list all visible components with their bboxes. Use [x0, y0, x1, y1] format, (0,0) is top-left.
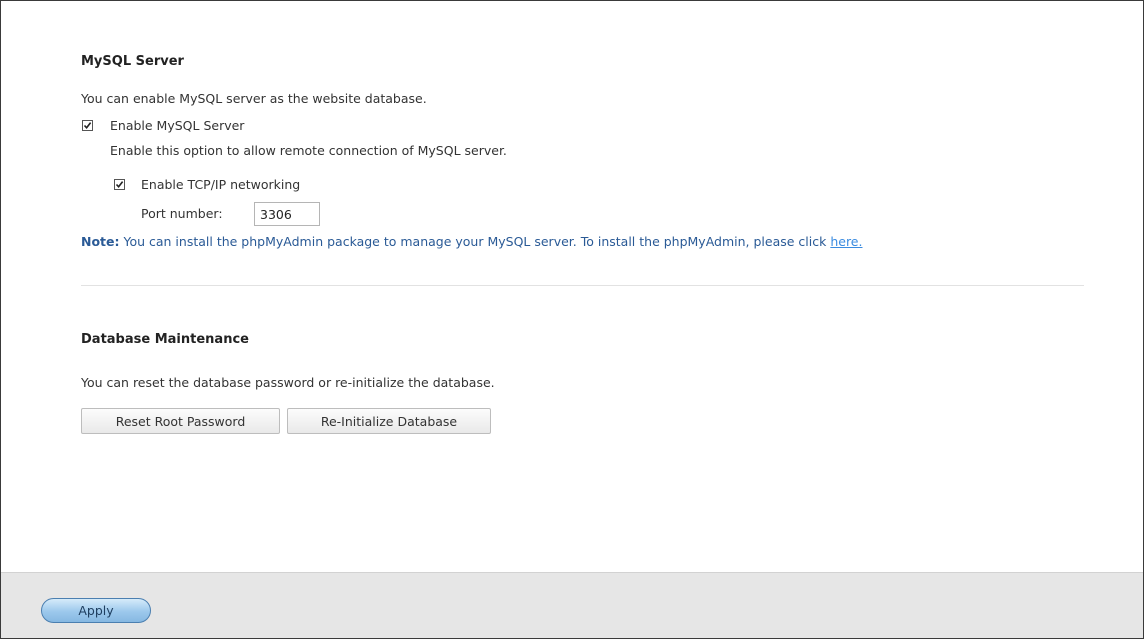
section-divider [81, 285, 1084, 286]
apply-button[interactable]: Apply [41, 598, 151, 623]
database-maintenance-description: You can reset the database password or r… [81, 375, 495, 390]
note-text: You can install the phpMyAdmin package t… [119, 234, 831, 249]
mysql-server-description: You can enable MySQL server as the websi… [81, 91, 427, 106]
note-label: Note: [81, 234, 120, 249]
note-line: Note: You can install the phpMyAdmin pac… [81, 234, 862, 249]
reinitialize-database-button[interactable]: Re-Initialize Database [287, 408, 491, 434]
reset-root-password-button[interactable]: Reset Root Password [81, 408, 280, 434]
enable-mysql-description: Enable this option to allow remote conne… [110, 143, 507, 158]
enable-tcp-checkbox[interactable] [114, 179, 125, 190]
footer-bar: Apply [1, 572, 1143, 638]
enable-mysql-checkbox[interactable] [82, 120, 93, 131]
mysql-server-heading: MySQL Server [81, 54, 184, 69]
database-maintenance-heading: Database Maintenance [81, 332, 249, 347]
phpmyadmin-install-link[interactable]: here. [830, 234, 862, 249]
checkmark-icon [115, 181, 124, 189]
enable-mysql-label[interactable]: Enable MySQL Server [110, 118, 244, 133]
port-number-input[interactable] [254, 202, 320, 226]
port-number-label: Port number: [141, 206, 223, 221]
enable-tcp-label[interactable]: Enable TCP/IP networking [141, 177, 300, 192]
settings-window: MySQL Server You can enable MySQL server… [0, 0, 1144, 639]
settings-content: MySQL Server You can enable MySQL server… [1, 1, 1143, 572]
checkmark-icon [83, 122, 92, 130]
